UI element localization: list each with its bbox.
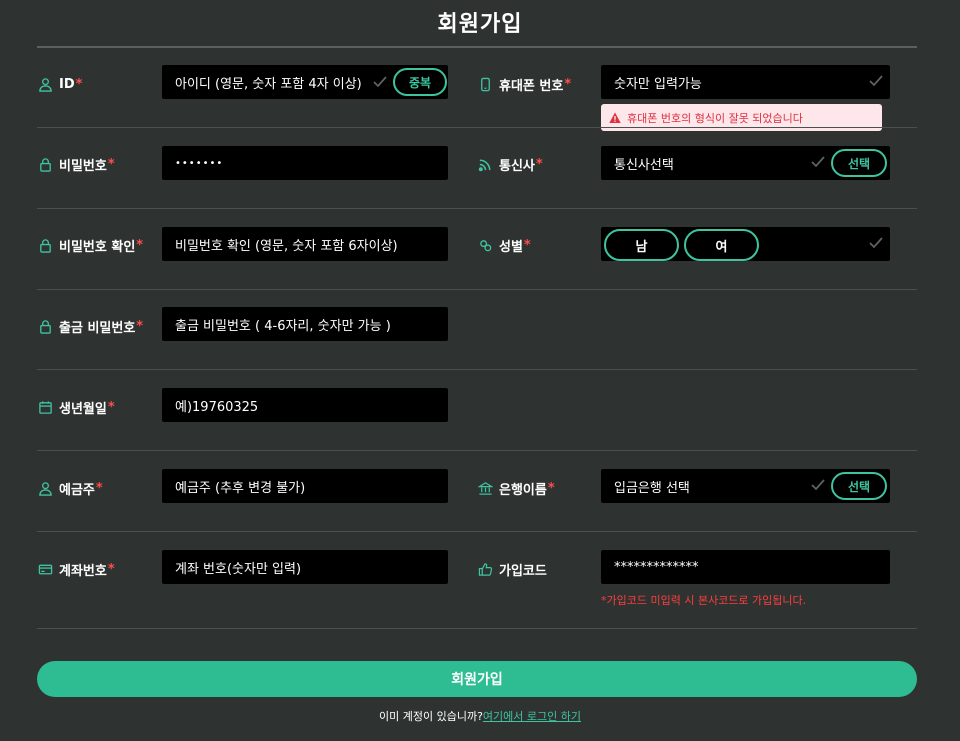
- depositor-field[interactable]: 예금주 (추후 변경 불가): [162, 469, 448, 503]
- carrier-select-button[interactable]: 선택: [831, 149, 887, 177]
- divider: [37, 289, 917, 290]
- page-title: 회원가입: [437, 12, 523, 37]
- id-label: ID *: [37, 74, 82, 94]
- withdraw-password-label: 출금 비밀번호 *: [37, 316, 143, 336]
- gender-icon: [477, 237, 493, 253]
- password-confirm-label: 비밀번호 확인 *: [37, 235, 143, 255]
- signup-code-value: *************: [614, 559, 699, 575]
- gender-female-button[interactable]: 여: [684, 229, 759, 261]
- divider: [37, 46, 917, 48]
- password-field[interactable]: •••••••: [162, 146, 448, 180]
- bank-value: 입금은행 선택: [614, 480, 690, 496]
- id-duplicate-button[interactable]: 중복: [393, 68, 447, 96]
- thumbs-up-icon: [477, 561, 493, 577]
- signal-icon: [477, 156, 493, 172]
- password-label: 비밀번호 *: [37, 154, 115, 174]
- carrier-label: 통신사 *: [477, 154, 543, 174]
- bank-icon: [477, 480, 493, 496]
- divider: [37, 127, 917, 128]
- login-link[interactable]: 여기에서 로그인 하기: [483, 710, 581, 723]
- mobile-icon: [477, 76, 493, 92]
- login-prompt-text: 이미 계정이 있습니까?: [379, 710, 483, 723]
- check-icon: [869, 75, 883, 87]
- phone-field[interactable]: 숫자만 입력가능: [601, 65, 890, 99]
- password-value: •••••••: [175, 157, 224, 169]
- password-confirm-field[interactable]: 비밀번호 확인 (영문, 숫자 포함 6자이상): [162, 227, 448, 261]
- gender-label: 성별 *: [477, 235, 531, 255]
- phone-label: 휴대폰 번호 *: [477, 74, 571, 94]
- gender-male-button[interactable]: 남: [604, 229, 679, 261]
- bank-select-button[interactable]: 선택: [831, 472, 887, 500]
- lock-icon: [37, 318, 53, 334]
- divider: [37, 450, 917, 451]
- carrier-value: 통신사선택: [614, 157, 674, 173]
- birthdate-label: 생년월일 *: [37, 397, 115, 417]
- id-placeholder: 아이디 (영문, 숫자 포함 4자 이상): [175, 76, 362, 92]
- login-prompt: 이미 계정이 있습니까?여기에서 로그인 하기: [0, 708, 960, 724]
- divider: [37, 369, 917, 370]
- depositor-placeholder: 예금주 (추후 변경 불가): [175, 480, 306, 496]
- user-icon: [37, 480, 53, 496]
- lock-icon: [37, 237, 53, 253]
- divider: [37, 208, 917, 209]
- signup-code-note: *가입코드 미입력 시 본사코드로 가입됩니다.: [601, 594, 807, 607]
- withdraw-password-placeholder: 출금 비밀번호 ( 4-6자리, 숫자만 가능 ): [175, 318, 391, 334]
- check-icon: [811, 479, 825, 491]
- bank-label: 은행이름 *: [477, 478, 555, 498]
- divider: [37, 531, 917, 532]
- warning-icon: [609, 112, 621, 123]
- account-placeholder: 계좌 번호(숫자만 입력): [175, 561, 302, 577]
- user-icon: [37, 76, 53, 92]
- account-field[interactable]: 계좌 번호(숫자만 입력): [162, 550, 448, 584]
- lock-icon: [37, 156, 53, 172]
- depositor-label: 예금주 *: [37, 478, 103, 498]
- password-confirm-placeholder: 비밀번호 확인 (영문, 숫자 포함 6자이상): [175, 238, 398, 254]
- birthdate-field[interactable]: 예)19760325: [162, 388, 448, 422]
- check-icon: [811, 156, 825, 168]
- withdraw-password-field[interactable]: 출금 비밀번호 ( 4-6자리, 숫자만 가능 ): [162, 307, 448, 341]
- account-label: 계좌번호 *: [37, 559, 115, 579]
- calendar-icon: [37, 399, 53, 415]
- signup-code-field[interactable]: *************: [601, 550, 890, 584]
- divider: [37, 628, 917, 629]
- check-icon: [869, 237, 883, 249]
- phone-placeholder: 숫자만 입력가능: [614, 76, 702, 92]
- birthdate-placeholder: 예)19760325: [175, 399, 259, 415]
- check-icon: [373, 76, 387, 88]
- signup-code-label: 가입코드: [477, 559, 547, 579]
- signup-submit-button[interactable]: 회원가입: [37, 661, 917, 697]
- card-icon: [37, 561, 53, 577]
